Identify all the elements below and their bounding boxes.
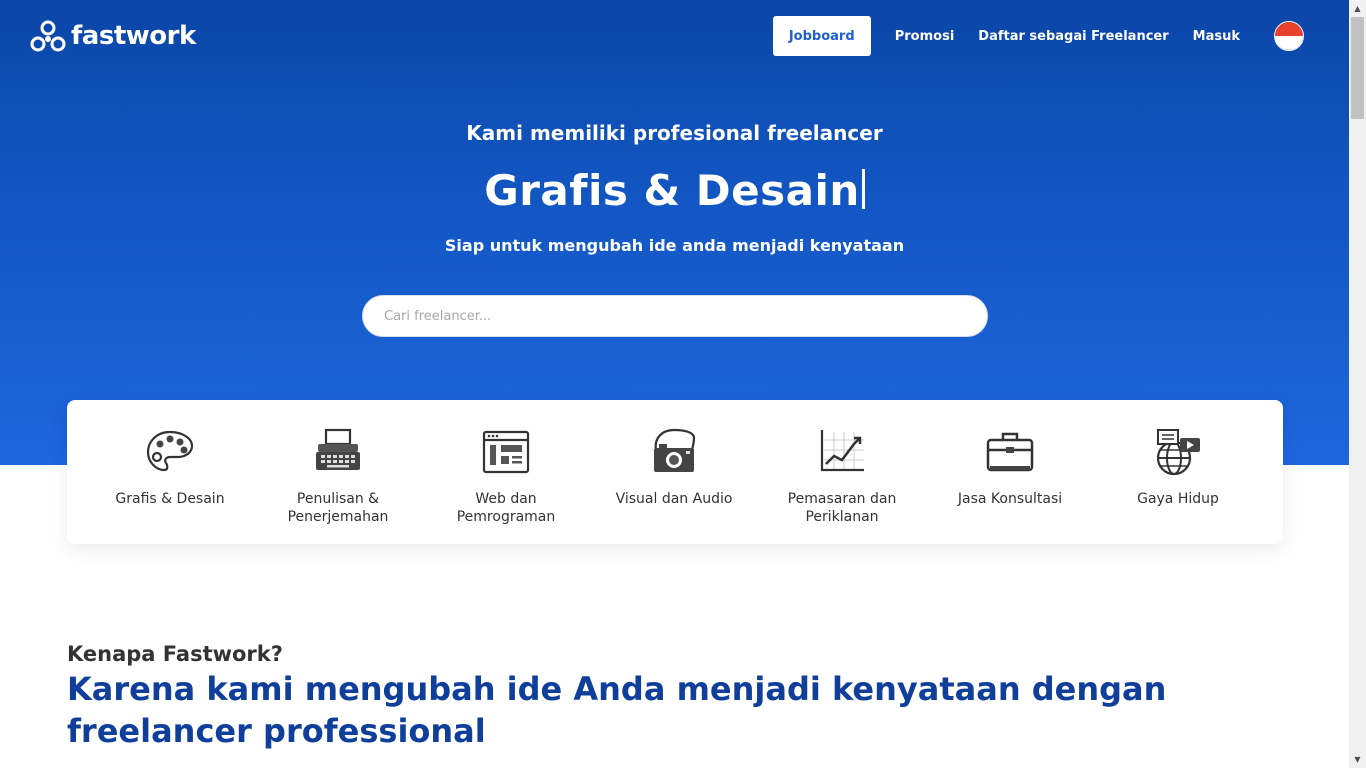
brand-logo[interactable]: fastwork xyxy=(30,19,196,53)
hero-title-wrap: Grafis & Desain xyxy=(0,166,1349,215)
fastwork-logo-icon xyxy=(30,20,66,52)
category-label: Jasa Konsultasi xyxy=(957,491,1063,507)
hero-title: Grafis & Desain xyxy=(484,166,860,215)
scroll-up-arrow-icon[interactable]: ▲ xyxy=(1349,0,1366,17)
login-link[interactable]: Masuk xyxy=(1193,29,1240,44)
typing-cursor xyxy=(861,169,865,209)
category-label: Grafis & Desain xyxy=(115,491,225,507)
typewriter-icon xyxy=(316,428,360,470)
chart-growth-icon xyxy=(820,430,864,472)
scroll-thumb[interactable] xyxy=(1351,17,1364,119)
category-konsultasi[interactable]: Jasa Konsultasi xyxy=(926,400,1094,544)
top-navbar: fastwork Jobboard Promosi Daftar sebagai… xyxy=(0,0,1349,72)
category-visual-audio[interactable]: Visual dan Audio xyxy=(590,400,758,544)
category-label: Visual dan Audio xyxy=(615,491,733,507)
main-nav: Jobboard Promosi Daftar sebagai Freelanc… xyxy=(772,16,1304,56)
why-label: Kenapa Fastwork? xyxy=(67,642,283,666)
category-label: Gaya Hidup xyxy=(1137,491,1219,507)
search-input[interactable] xyxy=(362,295,988,337)
register-freelancer-link[interactable]: Daftar sebagai Freelancer xyxy=(978,29,1168,44)
category-grafis-desain[interactable]: Grafis & Desain xyxy=(86,400,254,544)
jobboard-button[interactable]: Jobboard xyxy=(772,16,871,56)
category-web-pemrograman[interactable]: Web dan Pemrograman xyxy=(422,400,590,544)
globe-media-icon xyxy=(1156,429,1200,476)
promosi-link[interactable]: Promosi xyxy=(895,29,955,44)
scroll-down-arrow-icon[interactable]: ▼ xyxy=(1349,751,1366,768)
why-title: Karena kami mengubah ide Anda menjadi ke… xyxy=(67,670,1167,750)
category-penulisan[interactable]: Penulisan & Penerjemahan xyxy=(254,400,422,544)
camera-icon xyxy=(654,428,696,472)
category-pemasaran[interactable]: Pemasaran dan Periklanan xyxy=(758,400,926,544)
hero-subtitle: Kami memiliki profesional freelancer xyxy=(466,121,883,145)
hero-section: fastwork Jobboard Promosi Daftar sebagai… xyxy=(0,0,1349,465)
category-panel: Grafis & Desain Penulisan & Penerjemahan xyxy=(67,400,1283,544)
category-label: Web dan Pemrograman xyxy=(456,491,556,525)
category-label: Penulisan & Penerjemahan xyxy=(287,491,389,525)
vertical-scrollbar[interactable]: ▲ ▼ xyxy=(1349,0,1366,768)
palette-icon xyxy=(146,430,194,472)
briefcase-icon xyxy=(986,432,1034,472)
category-gaya-hidup[interactable]: Gaya Hidup xyxy=(1094,400,1262,544)
indonesia-flag-icon[interactable] xyxy=(1274,21,1304,51)
brand-name: fastwork xyxy=(71,21,196,51)
hero-description: Siap untuk mengubah ide anda menjadi ken… xyxy=(444,236,905,255)
category-label: Pemasaran dan Periklanan xyxy=(787,491,897,525)
browser-window-icon xyxy=(482,430,530,474)
